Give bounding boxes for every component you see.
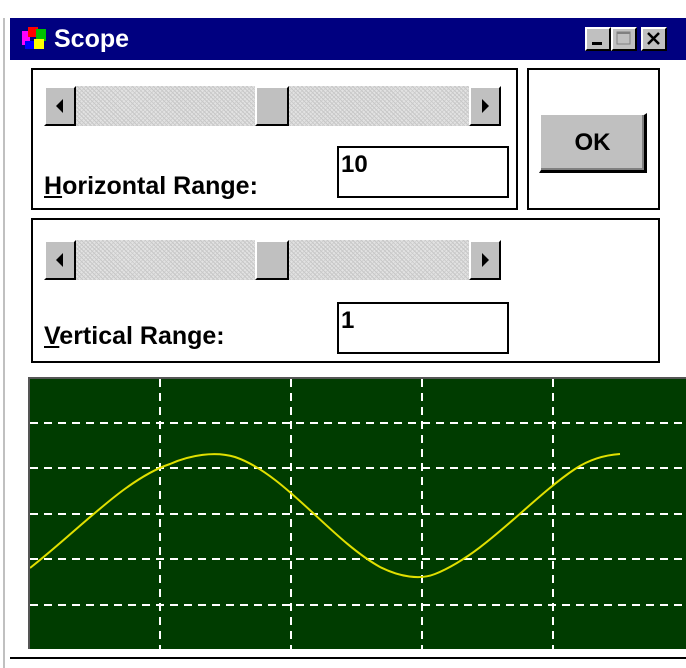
- vertical-range-label: Vertical Range:: [44, 322, 225, 350]
- vertical-range-input[interactable]: 1: [337, 302, 509, 354]
- scope-app-icon: [22, 27, 46, 49]
- scope-grid: [30, 379, 686, 649]
- horizontal-scroll-right-button[interactable]: [469, 86, 501, 126]
- horizontal-scroll-left-button[interactable]: [44, 86, 76, 126]
- right-arrow-icon: [482, 99, 489, 113]
- scope-plot: [30, 379, 686, 649]
- left-arrow-icon: [56, 99, 63, 113]
- close-button[interactable]: [641, 27, 667, 51]
- title-bar[interactable]: Scope: [10, 18, 686, 60]
- horizontal-range-input[interactable]: 10: [337, 146, 509, 198]
- horizontal-scroll-thumb[interactable]: [255, 86, 289, 126]
- vertical-scroll-right-button[interactable]: [469, 240, 501, 280]
- window-bottom-border: [10, 657, 686, 659]
- scope-display: [28, 377, 686, 649]
- minimize-icon: [592, 42, 602, 45]
- window-title: Scope: [54, 25, 130, 53]
- vertical-scroll-left-button[interactable]: [44, 240, 76, 280]
- maximize-icon: [616, 31, 631, 45]
- vertical-range-scrollbar[interactable]: [44, 240, 501, 280]
- vertical-scroll-thumb[interactable]: [255, 240, 289, 280]
- ok-button[interactable]: OK: [539, 113, 647, 173]
- right-arrow-icon: [482, 253, 489, 267]
- close-icon: [647, 32, 660, 45]
- minimize-button[interactable]: [585, 27, 611, 51]
- horizontal-range-label: Horizontal Range:: [44, 172, 258, 200]
- maximize-button[interactable]: [611, 27, 637, 51]
- left-arrow-icon: [56, 253, 63, 267]
- horizontal-scrollbar[interactable]: [44, 86, 501, 126]
